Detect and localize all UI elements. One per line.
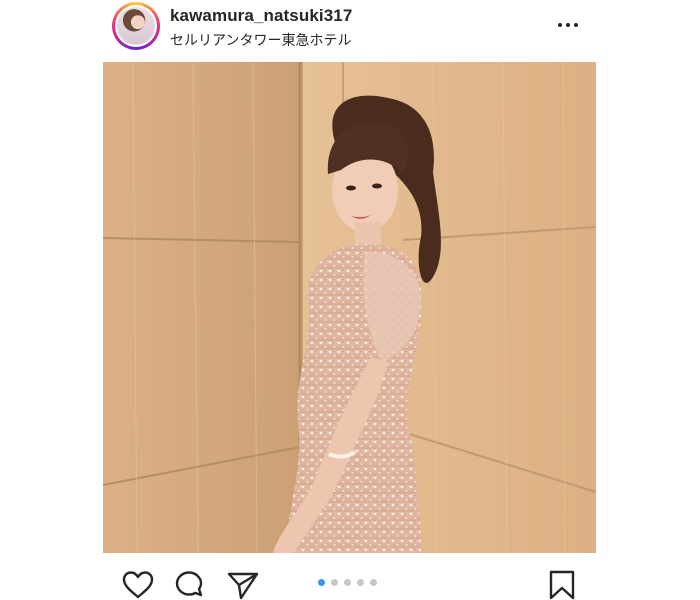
username-link[interactable]: kawamura_natsuki317 [170, 6, 352, 26]
avatar-border [115, 5, 157, 47]
carousel-dot [331, 579, 338, 586]
more-options-icon[interactable] [556, 16, 580, 34]
photo-illustration [103, 62, 596, 553]
carousel-dot-active [318, 579, 325, 586]
share-icon[interactable] [226, 570, 260, 600]
carousel-dot [344, 579, 351, 586]
comment-icon[interactable] [172, 570, 206, 600]
location-link[interactable]: セルリアンタワー東急ホテル [170, 30, 351, 50]
bookmark-icon[interactable] [545, 570, 579, 600]
post-header: kawamura_natsuki317 セルリアンタワー東急ホテル [0, 0, 700, 56]
avatar[interactable] [112, 2, 160, 50]
post-photo[interactable] [103, 62, 596, 553]
carousel-dot [357, 579, 364, 586]
heart-icon[interactable] [121, 570, 155, 600]
avatar-image [117, 7, 155, 45]
carousel-dot [370, 579, 377, 586]
